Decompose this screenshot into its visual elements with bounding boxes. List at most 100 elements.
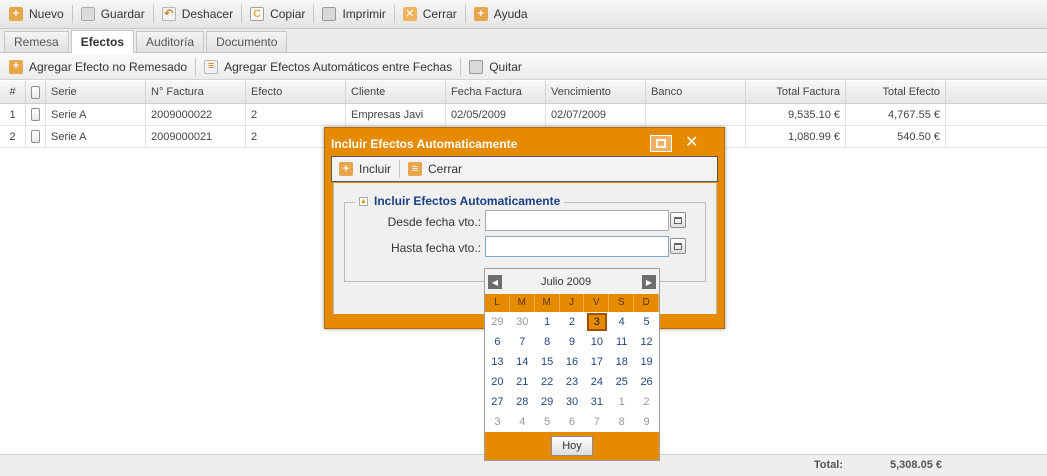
calendar-day-other-month[interactable]: 2 <box>634 392 659 412</box>
to-date-input[interactable] <box>485 236 669 257</box>
days-grid: 29 30 1 2 3 4 5 6 7 8 9 10 11 12 13 14 15 16 17 18 19 20 21 22 2… <box>485 312 659 432</box>
tab-documento[interactable]: Documento <box>206 31 288 52</box>
dialog-close-button[interactable]: ≡ Cerrar <box>403 158 467 180</box>
include-button[interactable]: + Incluir <box>334 158 396 180</box>
calendar-day[interactable]: 20 <box>485 372 510 392</box>
calendar-day[interactable]: 30 <box>560 392 585 412</box>
calendar-day[interactable]: 15 <box>535 352 560 372</box>
calendar-day-other-month[interactable]: 6 <box>560 412 585 432</box>
calendar-day[interactable]: 7 <box>510 332 535 352</box>
add-automatic-effects-button[interactable]: ≡ Agregar Efectos Automáticos entre Fech… <box>199 56 457 78</box>
calendar-day-other-month[interactable]: 1 <box>609 392 634 412</box>
dialog-close-icon[interactable]: ✕ <box>685 132 698 152</box>
row-checkbox[interactable] <box>26 104 46 125</box>
calendar-day-other-month[interactable]: 4 <box>510 412 535 432</box>
column-header-fecha-factura[interactable]: Fecha Factura <box>446 81 546 103</box>
calendar-day[interactable]: 29 <box>535 392 560 412</box>
today-button[interactable]: Hoy <box>551 436 593 456</box>
remove-button[interactable]: Quitar <box>464 56 527 78</box>
calendar-day[interactable]: 8 <box>535 332 560 352</box>
calendar-day-other-month[interactable]: 30 <box>510 312 535 332</box>
calendar-day-other-month[interactable]: 3 <box>485 412 510 432</box>
total-value: 5,308.05 € <box>890 459 942 471</box>
calendar-day[interactable]: 22 <box>535 372 560 392</box>
copy-button[interactable]: C Copiar <box>245 3 310 25</box>
calendar-day[interactable]: 18 <box>609 352 634 372</box>
tab-efectos[interactable]: Efectos <box>70 30 135 53</box>
add-unremitted-effect-button[interactable]: + Agregar Efecto no Remesado <box>4 56 192 78</box>
column-header-total-efecto[interactable]: Total Efecto <box>846 81 946 103</box>
row-checkbox[interactable] <box>26 126 46 147</box>
next-month-icon[interactable]: ▶ <box>642 275 656 289</box>
calendar-day-other-month[interactable]: 8 <box>609 412 634 432</box>
column-header-banco[interactable]: Banco <box>646 81 746 103</box>
column-header-vencimiento[interactable]: Vencimiento <box>546 81 646 103</box>
weekday-label: V <box>584 294 610 312</box>
calendar-day-selected[interactable]: 3 <box>584 312 609 332</box>
column-header-cliente[interactable]: Cliente <box>346 81 446 103</box>
from-date-calendar-icon[interactable] <box>670 212 686 228</box>
calendar-day[interactable]: 26 <box>634 372 659 392</box>
calendar-day[interactable]: 11 <box>609 332 634 352</box>
include-button-label: Incluir <box>359 162 392 176</box>
fieldset-legend[interactable]: ▲ Incluir Efectos Automaticamente <box>355 194 565 208</box>
calendar-day-other-month[interactable]: 29 <box>485 312 510 332</box>
weekday-label: M <box>535 294 560 312</box>
from-date-label: Desde fecha vto.: <box>387 215 481 229</box>
main-toolbar: + Nuevo Guardar ↶ Deshacer C Copiar Impr… <box>0 0 1047 29</box>
calendar-day[interactable]: 6 <box>485 332 510 352</box>
save-button-label: Guardar <box>100 7 145 21</box>
calendar-day-other-month[interactable]: 7 <box>584 412 609 432</box>
calendar-day[interactable]: 2 <box>560 312 585 332</box>
calendar-day[interactable]: 31 <box>584 392 609 412</box>
tab-remesa[interactable]: Remesa <box>4 31 69 52</box>
column-header-num[interactable]: # <box>0 81 26 103</box>
calendar-day[interactable]: 21 <box>510 372 535 392</box>
calendar-day[interactable]: 25 <box>609 372 634 392</box>
print-button[interactable]: Imprimir <box>317 3 390 25</box>
cell-fecha-factura: 02/05/2009 <box>446 104 546 125</box>
new-button[interactable]: + Nuevo <box>4 3 69 25</box>
column-header-factura[interactable]: N° Factura <box>146 81 246 103</box>
calendar-day[interactable]: 17 <box>584 352 609 372</box>
calendar-day[interactable]: 19 <box>634 352 659 372</box>
save-button[interactable]: Guardar <box>76 3 150 25</box>
calendar-day[interactable]: 14 <box>510 352 535 372</box>
column-header-total-factura[interactable]: Total Factura <box>746 81 846 103</box>
calendar-day[interactable]: 16 <box>560 352 585 372</box>
calendar-day[interactable]: 27 <box>485 392 510 412</box>
select-all-checkbox[interactable] <box>26 81 46 103</box>
calendar-day[interactable]: 4 <box>609 312 634 332</box>
print-button-label: Imprimir <box>342 7 386 21</box>
calendar-day[interactable]: 28 <box>510 392 535 412</box>
from-date-input[interactable] <box>485 210 669 231</box>
calendar-day[interactable]: 12 <box>634 332 659 352</box>
previous-month-icon[interactable]: ◀ <box>488 275 502 289</box>
calendar-day-other-month[interactable]: 9 <box>634 412 659 432</box>
calendar-day-other-month[interactable]: 5 <box>535 412 560 432</box>
tab-auditoria[interactable]: Auditoría <box>136 31 205 52</box>
month-label[interactable]: Julio 2009 <box>541 276 591 288</box>
to-date-calendar-icon[interactable] <box>670 238 686 254</box>
calendar-day[interactable]: 1 <box>535 312 560 332</box>
column-header-serie[interactable]: Serie <box>46 81 146 103</box>
column-header-efecto[interactable]: Efecto <box>246 81 346 103</box>
restore-window-icon[interactable] <box>650 135 672 152</box>
copy-button-label: Copiar <box>270 7 306 21</box>
plus-icon: + <box>9 59 23 74</box>
calendar-day[interactable]: 10 <box>584 332 609 352</box>
undo-button[interactable]: ↶ Deshacer <box>157 3 238 25</box>
close-icon: ✕ <box>402 7 417 21</box>
calendar-day[interactable]: 13 <box>485 352 510 372</box>
help-button[interactable]: + Ayuda <box>469 3 533 25</box>
table-row[interactable]: 1 Serie A 2009000022 2 Empresas Javi 02/… <box>0 104 1047 126</box>
cell-serie: Serie A <box>46 126 146 147</box>
calendar-day[interactable]: 5 <box>634 312 659 332</box>
help-icon: + <box>473 7 488 21</box>
close-button[interactable]: ✕ Cerrar <box>398 3 462 25</box>
calendar-day[interactable]: 23 <box>560 372 585 392</box>
toolbar-separator <box>195 57 197 76</box>
to-date-label: Hasta fecha vto.: <box>390 241 481 255</box>
calendar-day[interactable]: 9 <box>560 332 585 352</box>
calendar-day[interactable]: 24 <box>584 372 609 392</box>
